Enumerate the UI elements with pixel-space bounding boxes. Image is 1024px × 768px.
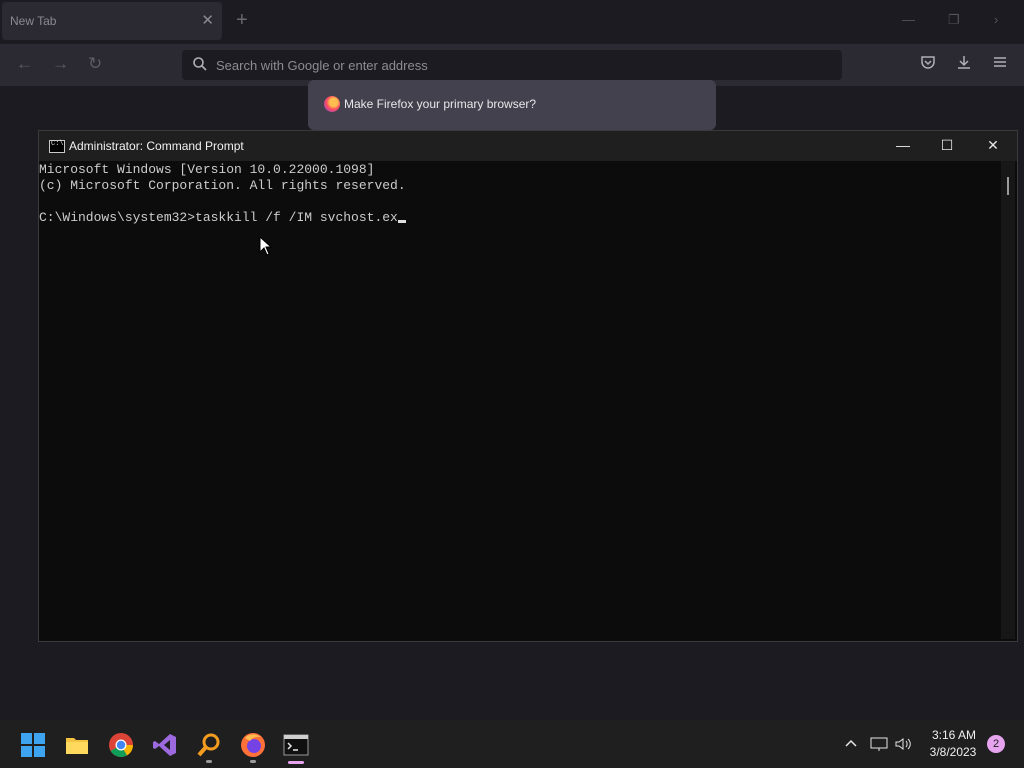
cmd-scrollbar[interactable] xyxy=(1001,161,1015,639)
cmd-title-bar[interactable]: C:\ Administrator: Command Prompt — ☐ ✕ xyxy=(39,131,1017,161)
running-indicator xyxy=(206,760,212,763)
console-input-text: C:\Windows\system32>taskkill /f /IM svch… xyxy=(39,210,398,225)
reload-icon[interactable]: ↻ xyxy=(88,54,102,74)
notification-count-badge[interactable]: 2 xyxy=(987,735,1005,753)
search-tool-icon[interactable] xyxy=(196,732,222,758)
windows-start-icon[interactable] xyxy=(20,732,46,758)
search-icon xyxy=(193,57,207,71)
clock-time[interactable]: 3:16 AM xyxy=(930,728,978,742)
cmd-console[interactable]: Microsoft Windows [Version 10.0.22000.10… xyxy=(39,161,1001,642)
cmd-minimize-icon[interactable]: — xyxy=(893,137,913,155)
console-input-line[interactable]: C:\Windows\system32>taskkill /f /IM svch… xyxy=(39,210,1001,226)
tab-new-tab[interactable]: New Tab ✕ xyxy=(2,2,222,40)
tab-close-icon[interactable]: ✕ xyxy=(201,11,214,29)
firefox-icon xyxy=(324,96,340,112)
command-prompt-icon[interactable] xyxy=(283,732,309,758)
pocket-icon[interactable] xyxy=(920,54,936,75)
hamburger-menu-icon[interactable] xyxy=(992,54,1008,75)
cmd-close-icon[interactable]: ✕ xyxy=(983,137,1003,155)
cmd-maximize-icon[interactable]: ☐ xyxy=(937,137,957,155)
running-indicator xyxy=(250,760,256,763)
address-placeholder: Search with Google or enter address xyxy=(216,58,428,73)
console-line: Microsoft Windows [Version 10.0.22000.10… xyxy=(39,162,375,177)
firefox-icon[interactable] xyxy=(240,732,266,758)
download-icon[interactable] xyxy=(956,54,972,75)
network-icon[interactable] xyxy=(870,736,888,755)
volume-icon[interactable] xyxy=(894,736,912,755)
back-arrow-icon[interactable]: ← xyxy=(16,54,33,74)
browser-minimize-icon[interactable]: — xyxy=(902,12,915,27)
notification-text: Make Firefox your primary browser? xyxy=(344,97,537,111)
show-hidden-icons-chevron-icon[interactable] xyxy=(844,736,858,753)
text-cursor xyxy=(397,220,406,223)
console-line: (c) Microsoft Corporation. All rights re… xyxy=(39,178,406,193)
address-bar[interactable]: Search with Google or enter address xyxy=(182,50,842,80)
visual-studio-icon[interactable] xyxy=(152,732,178,758)
tab-title: New Tab xyxy=(10,14,57,28)
browser-close-icon[interactable]: › xyxy=(994,12,998,27)
active-app-indicator xyxy=(288,761,304,764)
mouse-pointer-icon xyxy=(259,236,273,256)
new-tab-plus-icon[interactable]: + xyxy=(236,9,248,32)
chrome-icon[interactable] xyxy=(108,732,134,758)
forward-arrow-icon[interactable]: → xyxy=(52,54,69,74)
clock-date[interactable]: 3/8/2023 xyxy=(926,745,980,759)
browser-restore-icon[interactable]: ❐ xyxy=(948,12,960,28)
cmd-scrollbar-thumb[interactable] xyxy=(1007,177,1009,195)
browser-tab-bar: New Tab ✕ + — ❐ › xyxy=(0,0,1024,44)
default-browser-notification[interactable]: Make Firefox your primary browser? xyxy=(308,80,716,130)
taskbar: 3:16 AM 3/8/2023 xyxy=(0,720,1024,768)
file-explorer-icon[interactable] xyxy=(64,732,90,758)
command-prompt-window[interactable]: C:\ Administrator: Command Prompt — ☐ ✕ … xyxy=(38,130,1018,642)
cmd-app-icon: C:\ xyxy=(49,140,65,153)
cmd-window-title: Administrator: Command Prompt xyxy=(69,139,244,153)
